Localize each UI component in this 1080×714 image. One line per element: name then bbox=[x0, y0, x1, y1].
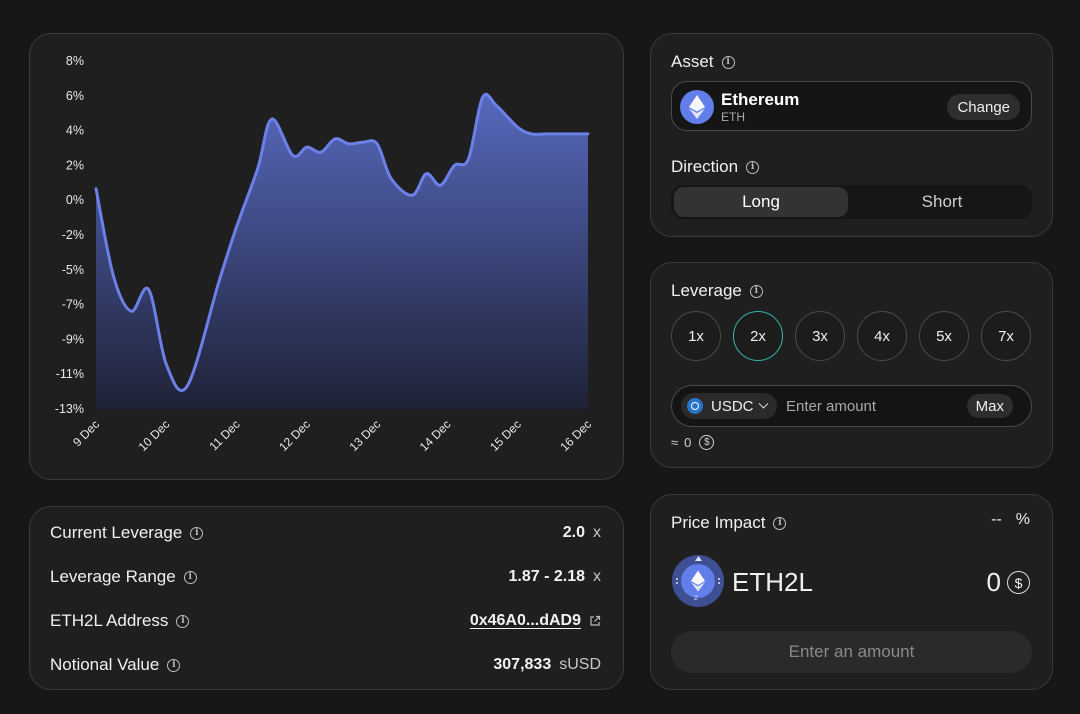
y-tick-label: -13% bbox=[55, 402, 84, 416]
asset-symbol: ETH bbox=[721, 110, 745, 124]
leverage-card: Leveragei 1x 2x 3x 4x 5x 7x USDC Max ≈ 0… bbox=[650, 262, 1053, 468]
current-leverage-row: Current Leverage i 2.0 x bbox=[50, 521, 601, 545]
notional-value-label: Notional Value i bbox=[50, 655, 181, 675]
x-tick-label: 9 Dec bbox=[70, 417, 102, 449]
ethereum-icon bbox=[680, 90, 714, 124]
chevron-down-icon bbox=[758, 398, 768, 409]
position-stats-card: Current Leverage i 2.0 x Leverage Range i 1… bbox=[29, 506, 624, 690]
leverage-range-row: Leverage Range i 1.87 - 2.18 x bbox=[50, 565, 601, 589]
y-tick-label: -11% bbox=[56, 367, 84, 381]
asset-selector[interactable]: Ethereum ETH Change bbox=[671, 81, 1032, 131]
performance-chart-card: 8% 6% 4% 2% 0% -2% -5% -7% -9% -11% -13% 9 Dec 10 De… bbox=[29, 33, 624, 480]
amount-input-group: USDC Max bbox=[671, 385, 1032, 427]
usdc-icon bbox=[687, 398, 703, 414]
performance-chart: 8% 6% 4% 2% 0% -2% -5% -7% -9% -11% -13%9 Dec 10 De… bbox=[55, 54, 594, 454]
info-icon[interactable]: i bbox=[167, 658, 181, 672]
x-tick-label: 10 Dec bbox=[136, 417, 173, 454]
x-tick-label: 14 Dec bbox=[417, 417, 454, 454]
max-button[interactable]: Max bbox=[966, 394, 1013, 418]
info-icon[interactable]: i bbox=[183, 570, 197, 584]
y-tick-label: 4% bbox=[66, 124, 84, 138]
y-tick-label: 2% bbox=[66, 158, 84, 172]
leverage-option-7x[interactable]: 7x bbox=[981, 311, 1031, 361]
address-row: ETH2L Address i 0x46A0...dAD9 bbox=[50, 609, 601, 633]
arrow-up-icon bbox=[695, 556, 702, 561]
info-icon[interactable]: i bbox=[176, 614, 190, 628]
output-token-label: ETH2L bbox=[732, 567, 813, 597]
short-option[interactable]: Short bbox=[855, 187, 1029, 217]
token-select[interactable]: USDC bbox=[681, 393, 777, 419]
external-link-icon[interactable] bbox=[589, 615, 601, 627]
info-icon[interactable]: i bbox=[190, 526, 204, 540]
token-symbol: USDC bbox=[711, 397, 754, 415]
info-icon[interactable]: i bbox=[749, 284, 763, 298]
y-tick-label: 8% bbox=[66, 54, 84, 68]
leverage-range-label: Leverage Range i bbox=[50, 567, 197, 587]
leverage-option-1x[interactable]: 1x bbox=[671, 311, 721, 361]
notional-value-row: Notional Value i 307,833 sUSD bbox=[50, 653, 601, 677]
change-asset-button[interactable]: Change bbox=[947, 94, 1020, 120]
info-icon[interactable]: i bbox=[746, 160, 760, 174]
y-tick-label: -7% bbox=[62, 298, 84, 312]
current-leverage-value: 2.0 x bbox=[562, 524, 601, 541]
amount-input[interactable] bbox=[786, 396, 956, 416]
approx-value: ≈ 0 $ bbox=[671, 435, 715, 450]
long-option[interactable]: Long bbox=[674, 187, 848, 217]
x-tick-label: 16 Dec bbox=[557, 417, 594, 454]
x-tick-label: 11 Dec bbox=[207, 417, 243, 453]
y-tick-label: -5% bbox=[62, 263, 84, 277]
leverage-range-value: 1.87 - 2.18 x bbox=[508, 568, 602, 585]
y-tick-label: 6% bbox=[66, 89, 84, 103]
leverage-option-2x[interactable]: 2x bbox=[733, 311, 783, 361]
y-tick-label: 0% bbox=[66, 193, 84, 207]
x-tick-label: 13 Dec bbox=[346, 417, 383, 454]
asset-card: Asset i Ethereum ETH Change Direction i Lo… bbox=[650, 33, 1053, 237]
address-label: ETH2L Address i bbox=[50, 611, 190, 631]
price-impact-value: -- % bbox=[991, 511, 1030, 528]
leverage-option-5x[interactable]: 5x bbox=[919, 311, 969, 361]
info-icon[interactable]: i bbox=[721, 55, 735, 69]
price-impact-title: Price Impact i bbox=[671, 513, 787, 533]
address-link[interactable]: 0x46A0...dAD9 bbox=[470, 612, 581, 630]
current-leverage-label: Current Leverage i bbox=[50, 523, 204, 543]
dots-icon bbox=[718, 578, 720, 584]
leverage-title: Leverage i bbox=[671, 281, 763, 301]
info-icon[interactable]: i bbox=[773, 516, 787, 530]
approx-symbol: ≈ bbox=[671, 435, 679, 450]
leverage-option-3x[interactable]: 3x bbox=[795, 311, 845, 361]
x-tick-label: 15 Dec bbox=[487, 417, 524, 454]
price-impact-card: Price Impact i -- % 2 ETH2L 0 $ Enter an … bbox=[650, 494, 1053, 690]
asset-title: Asset i bbox=[671, 52, 735, 72]
eth2l-token-icon: 2 bbox=[672, 555, 724, 607]
x-tick-label: 12 Dec bbox=[276, 417, 313, 454]
notional-value: 307,833 sUSD bbox=[493, 656, 601, 673]
token-badge: 2 bbox=[694, 595, 698, 602]
y-tick-label: -2% bbox=[62, 228, 84, 242]
ethereum-icon bbox=[681, 564, 715, 598]
approx-amount: 0 bbox=[684, 435, 692, 450]
submit-button[interactable]: Enter an amount bbox=[671, 631, 1032, 673]
y-tick-label: -9% bbox=[62, 332, 84, 346]
leverage-option-4x[interactable]: 4x bbox=[857, 311, 907, 361]
direction-title: Direction i bbox=[671, 157, 760, 177]
output-amount: 0 $ bbox=[987, 567, 1030, 598]
asset-name: Ethereum bbox=[721, 90, 800, 109]
dollar-icon: $ bbox=[699, 435, 715, 450]
address-value: 0x46A0...dAD9 bbox=[470, 612, 601, 630]
dots-icon bbox=[676, 578, 678, 584]
dollar-icon: $ bbox=[1007, 571, 1030, 594]
direction-toggle: Long Short bbox=[671, 185, 1032, 219]
